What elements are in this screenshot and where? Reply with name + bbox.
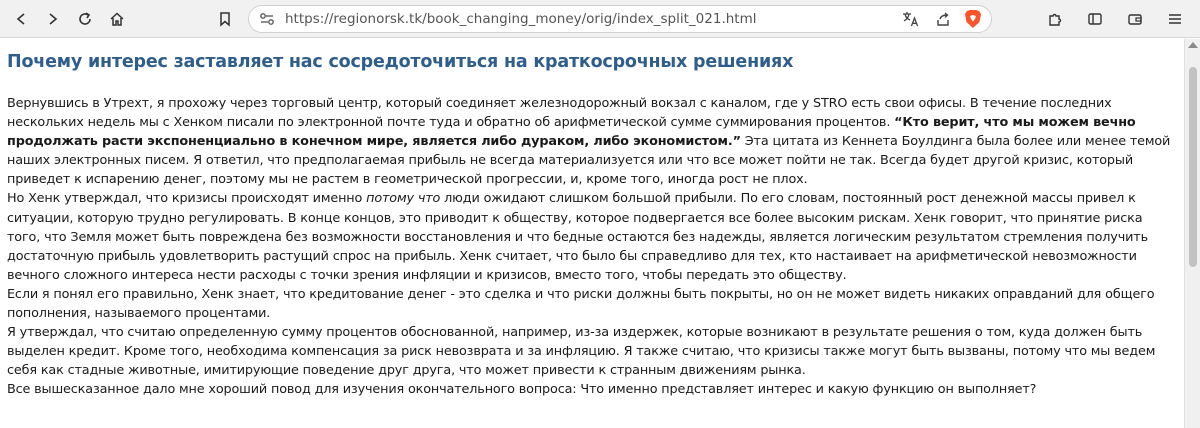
menu-icon[interactable] <box>1160 4 1190 34</box>
paragraph-1: Вернувшись в Утрехт, я прохожу через тор… <box>7 94 1177 189</box>
address-bar[interactable]: https://regionorsk.tk/book_changing_mone… <box>248 4 992 33</box>
share-icon[interactable] <box>931 7 955 31</box>
paragraph-5: Все вышесказанное дало мне хороший повод… <box>7 382 1037 398</box>
site-info-icon[interactable] <box>259 12 275 26</box>
scroll-up-icon[interactable] <box>1188 42 1198 48</box>
paragraph-2: Но Хенк утверждал, что кризисы происходя… <box>7 189 1177 284</box>
paragraph-2-text-a: Но Хенк утверждал, что кризисы происходя… <box>7 191 367 207</box>
paragraph-4: Я утверждал, что считаю определенную сум… <box>7 325 1156 379</box>
browser-tools <box>1040 4 1190 34</box>
browser-toolbar: https://regionorsk.tk/book_changing_mone… <box>0 0 1200 38</box>
page-title: Почему интерес заставляет нас сосредоточ… <box>7 52 794 72</box>
puzzle-icon[interactable] <box>1040 4 1070 34</box>
home-icon[interactable] <box>102 4 132 34</box>
sidebar-icon[interactable] <box>1080 4 1110 34</box>
url-text[interactable]: https://regionorsk.tk/book_changing_mone… <box>285 11 757 27</box>
paragraph-2-emphasis: потому что <box>366 191 441 207</box>
arrow-right-icon[interactable] <box>38 4 68 34</box>
brave-shield-icon[interactable] <box>963 8 983 30</box>
translate-icon[interactable] <box>899 7 923 31</box>
reload-icon[interactable] <box>70 4 100 34</box>
bookmark-icon[interactable] <box>210 4 240 34</box>
address-bar-actions <box>899 6 983 32</box>
wallet-icon[interactable] <box>1120 4 1150 34</box>
vertical-scrollbar[interactable] <box>1184 39 1200 428</box>
arrow-left-icon[interactable] <box>6 4 36 34</box>
nav-buttons <box>6 4 132 34</box>
page-content: Почему интерес заставляет нас сосредоточ… <box>0 39 1184 428</box>
scrollbar-thumb[interactable] <box>1189 67 1197 267</box>
paragraph-3: Если я понял его правильно, Хенк знает, … <box>7 286 1155 322</box>
